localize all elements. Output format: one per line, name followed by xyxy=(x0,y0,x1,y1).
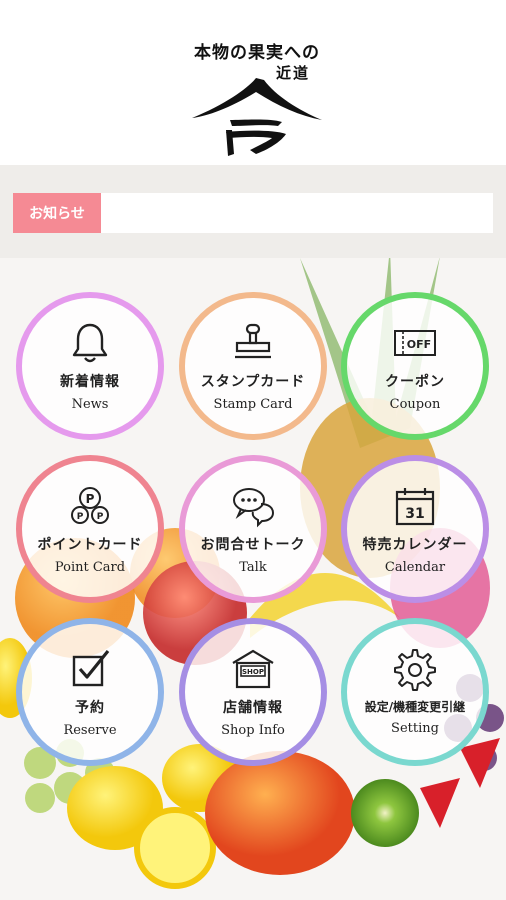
reserve-label-ja: 予約 xyxy=(75,699,105,716)
point-card-label-en: Point Card xyxy=(54,559,126,575)
menu-button-calendar[interactable]: 31 特売カレンダー Calendar xyxy=(341,455,489,603)
menu-button-reserve[interactable]: 予約 Reserve xyxy=(16,618,164,766)
setting-label-en: Setting xyxy=(391,721,439,736)
point-card-label-ja: ポイントカード xyxy=(37,536,143,553)
gear-icon xyxy=(394,649,436,691)
setting-label-ja: 設定/機種変更引継 xyxy=(364,700,466,714)
calendar-label-en: Calendar xyxy=(384,559,446,575)
coupon-label-en: Coupon xyxy=(389,396,441,412)
menu-button-point-card[interactable]: P P P ポイントカード Point Card xyxy=(16,455,164,603)
shop-icon: SHOP xyxy=(232,649,274,688)
shop-icon-text: SHOP xyxy=(242,668,264,676)
bell-icon xyxy=(72,323,108,362)
app-header: 本物の果実への 近道 xyxy=(0,0,506,165)
menu-button-setting[interactable]: 設定/機種変更引継 Setting xyxy=(341,618,489,766)
menu-button-coupon[interactable]: OFF クーポン Coupon xyxy=(341,292,489,440)
news-label: お知らせ xyxy=(13,193,101,233)
stamp-card-label-ja: スタンプカード xyxy=(200,373,306,390)
shop-info-label-ja: 店舗情報 xyxy=(223,699,283,716)
calendar-label-ja: 特売カレンダー xyxy=(362,536,468,553)
point-icon-text: P xyxy=(86,492,95,506)
reserve-label-en: Reserve xyxy=(63,722,117,738)
menu-button-shop-info[interactable]: SHOP 店舗情報 Shop Info xyxy=(179,618,327,766)
shop-info-label-en: Shop Info xyxy=(221,722,285,738)
calendar-icon-text: 31 xyxy=(405,506,424,522)
coupon-icon-text: OFF xyxy=(407,338,431,351)
news-label-en: News xyxy=(71,396,109,412)
menu-button-talk[interactable]: お問合せトーク Talk xyxy=(179,455,327,603)
svg-text:P: P xyxy=(77,512,84,522)
checkbox-icon xyxy=(72,649,110,686)
news-label-ja: 新着情報 xyxy=(60,373,120,390)
calendar-icon: 31 xyxy=(395,487,435,525)
coupon-icon: OFF xyxy=(394,329,436,356)
point-coins-icon: P P P xyxy=(71,486,109,524)
stamp-icon xyxy=(235,323,271,358)
stamp-card-label-en: Stamp Card xyxy=(213,396,293,412)
talk-label-ja: お問合せトーク xyxy=(200,536,306,553)
chat-bubbles-icon xyxy=(233,487,275,527)
svg-text:P: P xyxy=(97,512,104,522)
menu-button-stamp-card[interactable]: スタンプカード Stamp Card xyxy=(179,292,327,440)
tagline-line1: 本物の果実への xyxy=(194,43,320,63)
menu-button-news[interactable]: 新着情報 News xyxy=(16,292,164,440)
brand-logo xyxy=(192,78,322,156)
talk-label-en: Talk xyxy=(239,559,267,575)
coupon-label-ja: クーポン xyxy=(385,373,445,390)
